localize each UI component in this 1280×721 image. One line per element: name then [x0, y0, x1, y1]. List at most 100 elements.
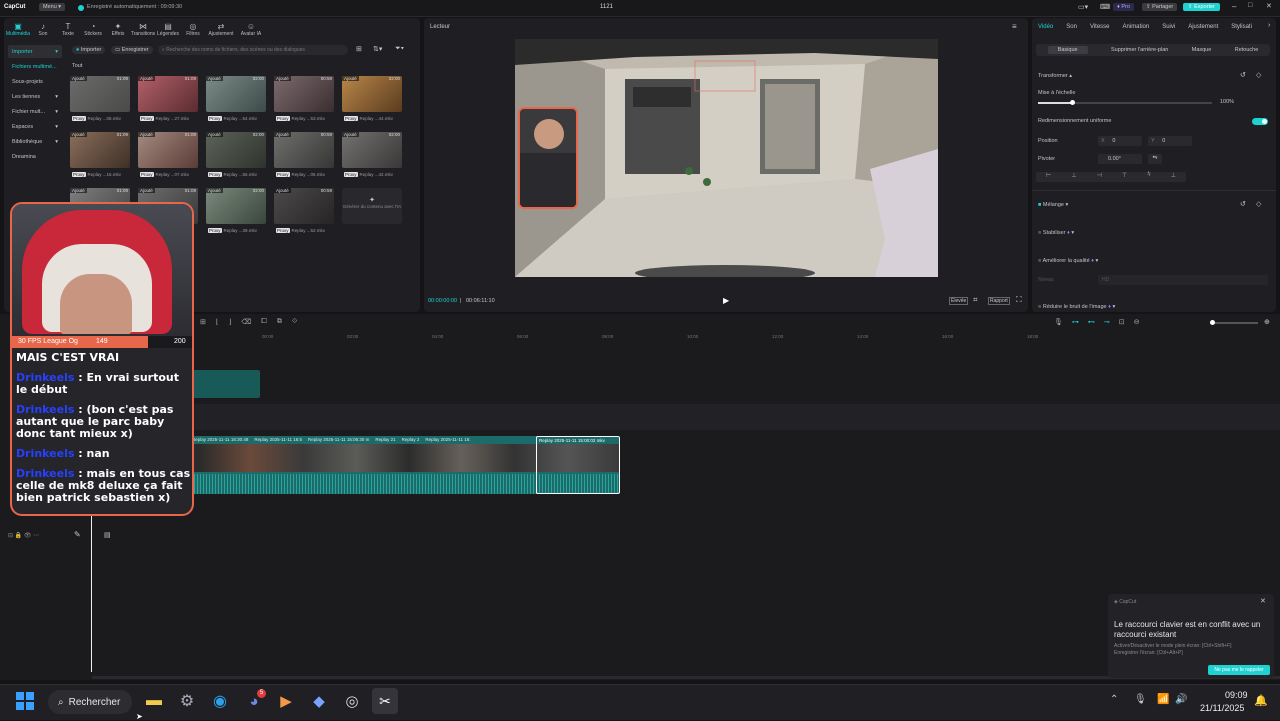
media-clip[interactable]: Ajouté 02:00 [342, 132, 402, 168]
preview-axis-icon[interactable]: ⊸ [1104, 318, 1110, 326]
sidebar-item-library[interactable]: Bibliothèque ▾ [8, 135, 62, 148]
tab-text[interactable]: T Texte [56, 18, 80, 40]
selected-clip[interactable]: Replay 2025-11-11 15:00:02 mkv [536, 436, 620, 494]
media-clip[interactable]: Ajouté 00:59 [274, 76, 334, 112]
export-button[interactable]: ⇧ Exporter [1183, 3, 1220, 11]
mic-icon[interactable]: 🎙 [1054, 318, 1063, 326]
zoom-handle[interactable] [1210, 320, 1215, 325]
subtab-mask[interactable]: Masque [1192, 47, 1212, 53]
close-icon[interactable]: ✕ [1260, 597, 1266, 605]
start-button[interactable] [12, 688, 38, 714]
scale-handle[interactable] [1070, 100, 1075, 105]
filter-all-label[interactable]: Tout [72, 63, 82, 69]
tab-audio[interactable]: ♪ Son [31, 18, 55, 40]
subtab-basic[interactable]: Basique [1047, 46, 1088, 54]
split-left-icon[interactable]: ⌊ [216, 318, 219, 326]
clock-time[interactable]: 09:09 [1225, 690, 1248, 700]
close-icon[interactable]: ✕ [1266, 2, 1272, 10]
play-icon[interactable]: ▶ [723, 296, 729, 305]
clock-date[interactable]: 21/11/2025 [1200, 703, 1244, 713]
vpn-icon[interactable]: ◆ [306, 688, 332, 714]
subtab-remove-bg[interactable]: Supprimer l'arrière-plan [1111, 47, 1168, 53]
zoom-slider[interactable] [1210, 320, 1258, 325]
sidebar-item-import[interactable]: Importer ▾ [8, 45, 62, 58]
reset-icon[interactable]: ↺ [1240, 200, 1246, 208]
menu-button[interactable]: Menu ▾ [39, 3, 66, 11]
sidebar-item-media-files[interactable]: Fichiers multimé... [8, 60, 62, 73]
media-clip[interactable]: Ajouté 02:00 [342, 76, 402, 112]
scale-value[interactable]: 100% [1220, 99, 1234, 105]
split-right-icon[interactable]: ⌋ [229, 318, 232, 326]
delete-icon[interactable]: ⌫ [241, 318, 251, 326]
media-clip[interactable]: Ajouté 00:59 [274, 188, 334, 224]
zoom-in-icon[interactable]: ⊕ [1264, 318, 1270, 326]
align-bottom-icon[interactable]: ⊥ [1171, 172, 1176, 182]
sort-icon[interactable]: ⇅▾ [373, 45, 382, 53]
split-icon[interactable]: ⊞ [200, 318, 206, 326]
tab-tracking[interactable]: Suivi [1162, 24, 1175, 30]
tab-stickers[interactable]: ◔ Stickers [81, 18, 105, 40]
media-clip[interactable]: Ajouté 01:09 [70, 132, 130, 168]
edge-icon[interactable]: ◉ [207, 688, 233, 714]
more-icon[interactable]: ≡ [1012, 22, 1017, 31]
tab-animation[interactable]: Animation [1123, 24, 1150, 30]
sidebar-item-spaces[interactable]: Espaces ▾ [8, 120, 62, 133]
pro-badge[interactable]: ♦ Pro [1113, 3, 1134, 11]
fullscreen-icon[interactable]: ⛶ [1016, 295, 1022, 305]
sidebar-item-subprojects[interactable]: Sous-projets [8, 75, 62, 88]
rotate-field[interactable]: 0.00° [1098, 154, 1142, 164]
media-clip[interactable]: Ajouté 02:00 [206, 188, 266, 224]
auto-reframe-icon[interactable]: ⟐ [292, 318, 298, 326]
media-clip[interactable]: Ajouté 01:09 [138, 76, 198, 112]
grid-view-icon[interactable]: ⊞ [356, 45, 362, 53]
volume-icon[interactable]: 🔊 [1175, 694, 1187, 705]
keyframe-icon[interactable]: ◇ [1256, 71, 1261, 79]
ratio-button[interactable]: Rapport [988, 297, 1010, 305]
keyboard-icon[interactable]: ⌨ [1100, 3, 1110, 11]
record-button[interactable]: ▭ Enregistrer [111, 46, 153, 54]
capcut-icon[interactable]: ✂ [372, 688, 398, 714]
checkbox-icon[interactable]: ■ [1038, 230, 1041, 236]
chevron-right-icon[interactable]: › [1268, 22, 1270, 29]
wifi-icon[interactable]: 📶 [1157, 694, 1169, 705]
scale-slider[interactable] [1038, 100, 1212, 105]
fit-icon[interactable]: ⌗ [973, 295, 978, 305]
media-clip[interactable]: Ajouté 01:09 [70, 76, 130, 112]
track-controls[interactable]: ⊟ 🔒 👁 ⋯ [8, 532, 39, 539]
media-clip[interactable]: Ajouté 02:00 [206, 76, 266, 112]
tab-transitions[interactable]: ⋈ Transitions [131, 18, 155, 40]
checkbox-checked-icon[interactable]: ■ [1038, 202, 1041, 208]
tab-media[interactable]: ▣ Multimédia [6, 18, 30, 40]
uniform-toggle[interactable] [1252, 118, 1268, 125]
tab-filters[interactable]: ◎ Filtres [181, 18, 205, 40]
media-player-icon[interactable]: ▶ [273, 688, 299, 714]
keyframe-icon[interactable]: ◇ [1256, 200, 1261, 208]
notification-icon[interactable]: 🔔 [1254, 694, 1268, 707]
align-middle-icon[interactable]: ⫩ [1147, 172, 1150, 182]
flip-button[interactable]: ⇋ [1148, 154, 1162, 164]
link-icon[interactable]: ⊷ [1088, 318, 1095, 326]
sidebar-item-multi-file[interactable]: Fichier mult... ▾ [8, 105, 62, 118]
layout-icon[interactable]: ▭▾ [1078, 3, 1088, 11]
zoom-out-icon[interactable]: ⊖ [1134, 318, 1140, 326]
position-x-field[interactable]: X 0 [1098, 136, 1142, 146]
media-clip[interactable]: Ajouté 01:09 [138, 132, 198, 168]
tab-styling[interactable]: Stylisati [1231, 24, 1252, 30]
tab-adjustment[interactable]: Ajustement [1188, 24, 1218, 30]
align-left-icon[interactable]: ⊢ [1046, 172, 1051, 182]
quality-button[interactable]: Élevée [949, 297, 969, 305]
checkbox-icon[interactable]: ■ [1038, 304, 1041, 310]
tab-avatar[interactable]: ☺ Avatar IA [237, 18, 265, 40]
edit-icon[interactable]: ✎ [74, 530, 81, 539]
freeze-icon[interactable]: ⧠ [261, 318, 267, 326]
ai-generate-button[interactable]: ✦ Générer du contenu avec l'IA [342, 188, 402, 224]
timeline-scrollbar[interactable] [92, 676, 1280, 679]
tab-video[interactable]: Vidéo [1038, 24, 1053, 30]
position-y-field[interactable]: Y 0 [1148, 136, 1192, 146]
media-clip[interactable]: Ajouté 02:00 [206, 132, 266, 168]
obs-icon[interactable]: ◎ [339, 688, 365, 714]
checkbox-icon[interactable]: ■ [1038, 258, 1041, 264]
timeline-ruler[interactable]: 00:00 02:00 04:00 06:00 08:00 10:00 12:0… [92, 332, 1280, 342]
search-input[interactable]: ⌕ Recherche des noms de fichiers, des sc… [158, 45, 348, 55]
dismiss-button[interactable]: Ne pas me le rappeler [1208, 665, 1270, 675]
